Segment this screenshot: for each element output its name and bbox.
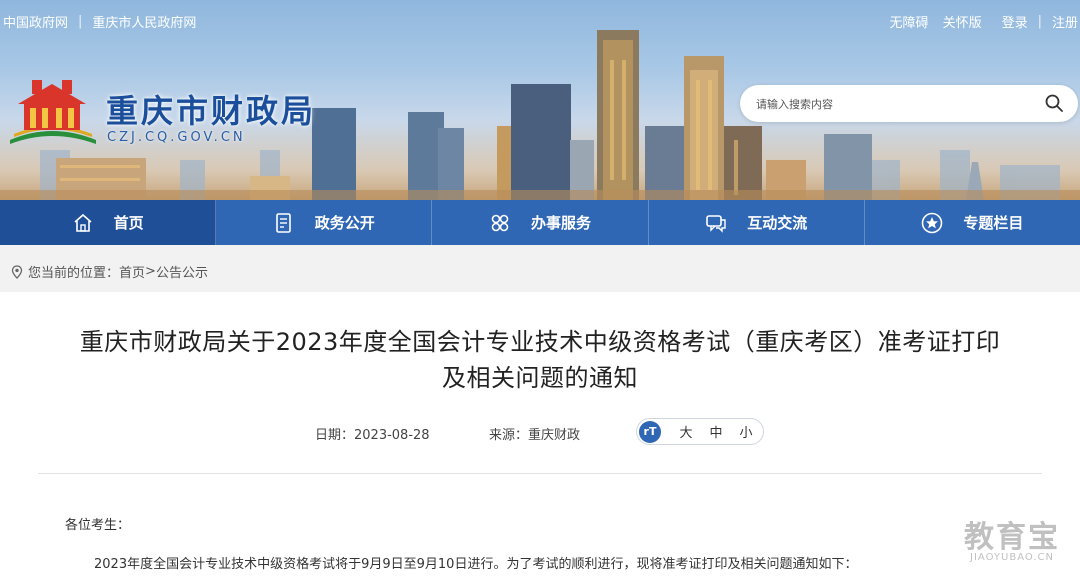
font-size-small-button[interactable]: 小 [731,422,761,441]
font-size-icon: rT [639,420,661,443]
site-domain: CZJ.CQ.GOV.CN [107,130,246,145]
cq-gov-link[interactable]: 重庆市人民政府网 [92,12,196,31]
breadcrumb-separator: > [145,264,156,279]
article-title: 重庆市财政局关于2023年度全国会计专业技术中级资格考试（重庆考区）准考证打印 … [20,324,1060,396]
font-size-switcher: rT 大 中 小 [636,418,764,445]
nav-item-services[interactable]: 办事服务 [432,200,649,245]
breadcrumb-current-link[interactable]: 公告公示 [156,262,208,281]
article-paragraph: 2023年度全国会计专业技术中级资格考试将于9月9日至9月10日进行。为了考试的… [94,557,858,572]
elderly-care-link[interactable]: 关怀版 [943,12,982,31]
star-icon [922,212,943,233]
article-title-line1: 重庆市财政局关于2023年度全国会计专业技术中级资格考试（重庆考区）准考证打印 [79,328,1001,356]
top-right-links: 无障碍 关怀版 登录 | 注册 [890,12,1078,31]
breadcrumb-prefix: 您当前的位置： [28,266,120,281]
meta-divider [38,473,1042,474]
article-source: 来源：重庆财政 [489,428,581,443]
font-size-medium-button[interactable]: 中 [701,422,731,441]
article-salutation: 各位考生： [65,518,131,533]
article-date: 日期：2023-08-28 [315,428,430,443]
nav-item-label: 专题栏目 [963,214,1024,232]
watermark-en: JIAOYUBAO.CN [970,552,1054,563]
service-icon [491,214,509,231]
font-size-large-button[interactable]: 大 [671,422,701,441]
header-banner: 中国政府网 | 重庆市人民政府网 无障碍 关怀版 登录 | 注册 重庆市财政局 … [0,0,1080,200]
site-title[interactable]: 重庆市财政局 [106,86,316,132]
home-icon [74,213,92,232]
link-separator: | [78,14,83,29]
location-pin-icon [11,264,23,279]
article-title-line2: 及相关问题的通知 [442,364,638,392]
cq-finance-logo-icon[interactable] [4,76,100,146]
document-icon [275,212,291,233]
nav-item-public-affairs[interactable]: 政务公开 [216,200,433,245]
search-icon[interactable] [1044,93,1064,113]
article-meta: 日期：2023-08-28 来源：重庆财政 rT 大 中 小 [0,418,1080,448]
nav-item-label: 首页 [113,214,144,232]
main-nav: 首页 政务公开 办事服务 互动交流 专题栏目 [0,200,1080,245]
nav-item-label: 政务公开 [314,214,375,232]
login-link[interactable]: 登录 [1002,12,1028,31]
gov-cn-link[interactable]: 中国政府网 [3,12,68,31]
link-separator: | [1037,14,1042,29]
nav-item-label: 互动交流 [747,214,808,232]
watermark-logo: 教育宝 JIAOYUBAO.CN [964,512,1060,563]
nav-item-interaction[interactable]: 互动交流 [649,200,865,245]
nav-item-label: 办事服务 [531,214,592,232]
breadcrumb-home-link[interactable]: 首页 [119,262,145,281]
article-card: 重庆市财政局关于2023年度全国会计专业技术中级资格考试（重庆考区）准考证打印 … [0,292,1080,584]
top-left-links: 中国政府网 | 重庆市人民政府网 [3,12,196,31]
search-input[interactable] [756,94,1036,114]
nav-item-home[interactable]: 首页 [0,200,217,245]
search-box [740,85,1078,122]
nav-item-topics[interactable]: 专题栏目 [865,200,1080,245]
chat-icon [706,214,726,233]
accessibility-link[interactable]: 无障碍 [890,12,929,31]
register-link[interactable]: 注册 [1052,12,1078,31]
breadcrumb: 您当前的位置： 首页 > 公告公示 [10,262,208,281]
watermark-cn: 教育宝 [964,520,1060,555]
